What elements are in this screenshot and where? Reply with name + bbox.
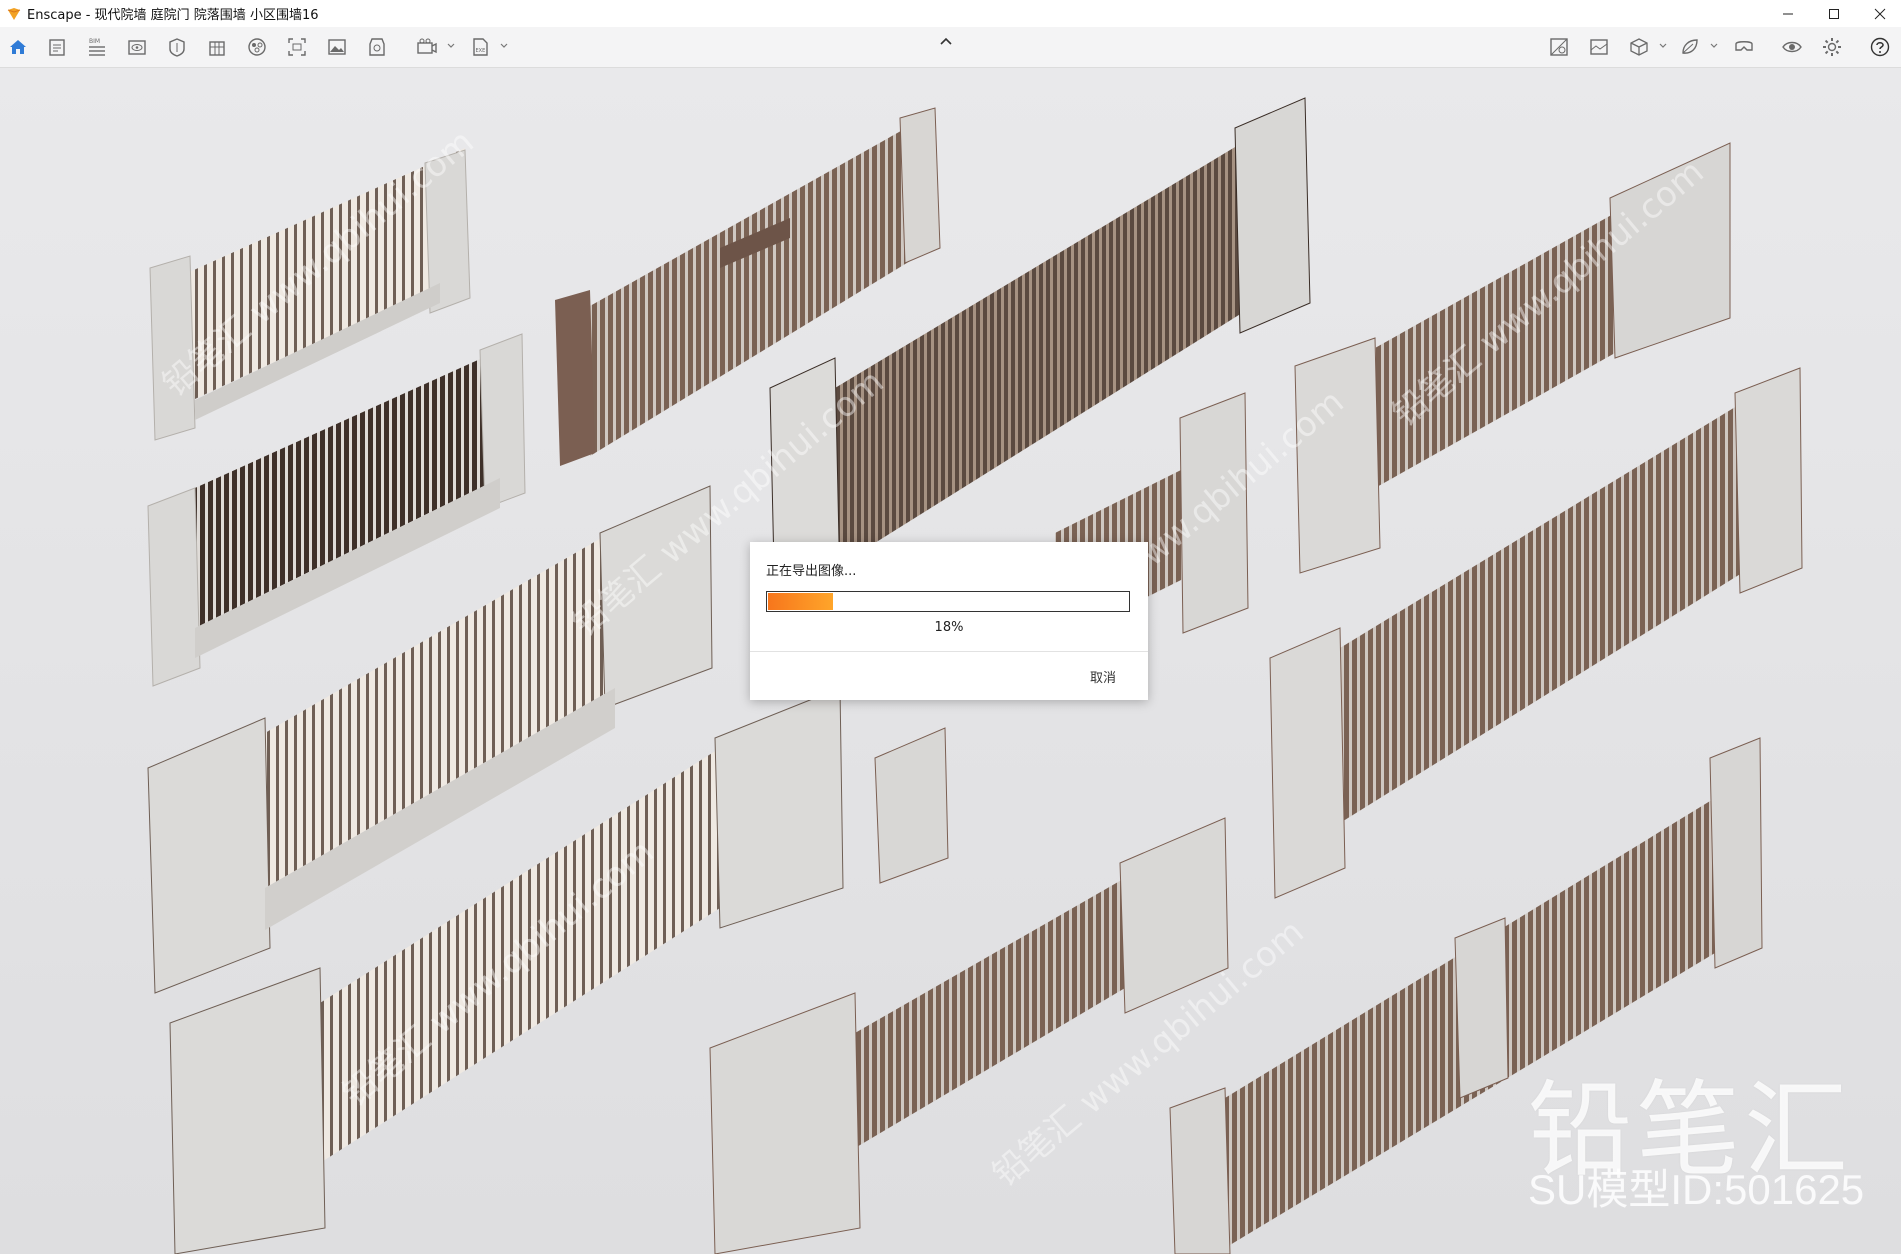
close-icon xyxy=(1874,8,1886,19)
enscape-logo-icon xyxy=(7,7,21,21)
notes-icon xyxy=(49,39,65,56)
maximize-icon xyxy=(1829,8,1839,19)
section-icon xyxy=(1550,38,1568,56)
minimize-icon xyxy=(1783,13,1793,14)
bim-button[interactable]: BIM xyxy=(83,34,111,60)
image-icon xyxy=(328,39,346,55)
help-button[interactable] xyxy=(1866,34,1894,60)
video-editor-button[interactable] xyxy=(413,34,441,60)
title-bar: Enscape - 现代院墙 庭院门 院落围墙 小区围墙16 xyxy=(0,0,1901,27)
render-mode-button[interactable] xyxy=(1585,34,1613,60)
cube-dropdown-caret[interactable] xyxy=(1658,40,1668,52)
progress-percent: 18% xyxy=(934,620,964,635)
exe-export-button[interactable]: EXE xyxy=(466,34,494,60)
home-icon xyxy=(10,40,26,54)
chevron-down-icon xyxy=(500,43,508,48)
export-progress-dialog: 正在导出图像... 18% 取消 xyxy=(750,542,1148,700)
visual-settings-icon xyxy=(1782,41,1802,53)
bim-label: BIM xyxy=(89,38,100,45)
minimize-button[interactable] xyxy=(1765,0,1811,27)
settings-icon xyxy=(1823,38,1841,56)
progress-bar-fill xyxy=(768,593,834,610)
video-dropdown-caret[interactable] xyxy=(446,40,456,52)
screenshot-button[interactable] xyxy=(283,34,311,60)
building-icon xyxy=(209,41,225,56)
cancel-button[interactable]: 取消 xyxy=(1090,667,1116,686)
asset-library-button[interactable] xyxy=(163,34,191,60)
exe-dropdown-caret[interactable] xyxy=(499,40,509,52)
toolbar: BIM EXE xyxy=(0,27,1901,68)
help-icon xyxy=(1870,37,1890,57)
notes-button[interactable] xyxy=(43,34,71,60)
vr-button[interactable] xyxy=(1730,34,1758,60)
home-button[interactable] xyxy=(4,34,32,60)
screenshot-icon xyxy=(288,38,306,56)
maximize-button[interactable] xyxy=(1811,0,1857,27)
video-icon xyxy=(417,38,437,54)
image-export-button[interactable] xyxy=(323,34,351,60)
view-icon xyxy=(128,40,146,55)
close-button[interactable] xyxy=(1857,0,1901,27)
atmosphere-icon xyxy=(1682,39,1698,54)
chevron-up-icon xyxy=(940,37,952,45)
building-button[interactable] xyxy=(203,34,231,60)
settings-button[interactable] xyxy=(1818,34,1846,60)
panorama-button[interactable] xyxy=(363,34,391,60)
cube-icon xyxy=(1630,38,1648,56)
model-id-watermark: SU模型ID:501625 xyxy=(1528,1166,1865,1213)
section-button[interactable] xyxy=(1545,34,1573,60)
window-title: Enscape - 现代院墙 庭院门 院落围墙 小区围墙16 xyxy=(27,8,319,23)
material-editor-button[interactable] xyxy=(243,34,271,60)
exe-icon: EXE xyxy=(473,38,488,56)
chevron-down-icon xyxy=(447,43,455,48)
chevron-down-icon xyxy=(1659,43,1667,48)
view-button[interactable] xyxy=(123,34,151,60)
atmosphere-button[interactable] xyxy=(1676,34,1704,60)
visual-settings-button[interactable] xyxy=(1778,34,1806,60)
progress-bar xyxy=(766,591,1130,612)
material-icon xyxy=(248,38,266,56)
panorama-icon xyxy=(369,38,385,56)
dialog-title: 正在导出图像... xyxy=(766,564,857,579)
bim-icon: BIM xyxy=(89,38,105,56)
dialog-divider xyxy=(750,651,1148,652)
collapse-toolbar-button[interactable] xyxy=(936,37,964,57)
asset-icon xyxy=(169,38,185,57)
vr-icon xyxy=(1735,41,1753,51)
atmosphere-dropdown-caret[interactable] xyxy=(1709,40,1719,52)
svg-text:EXE: EXE xyxy=(476,48,486,54)
render-icon xyxy=(1590,39,1608,55)
view-cube-button[interactable] xyxy=(1625,34,1653,60)
chevron-down-icon xyxy=(1710,43,1718,48)
